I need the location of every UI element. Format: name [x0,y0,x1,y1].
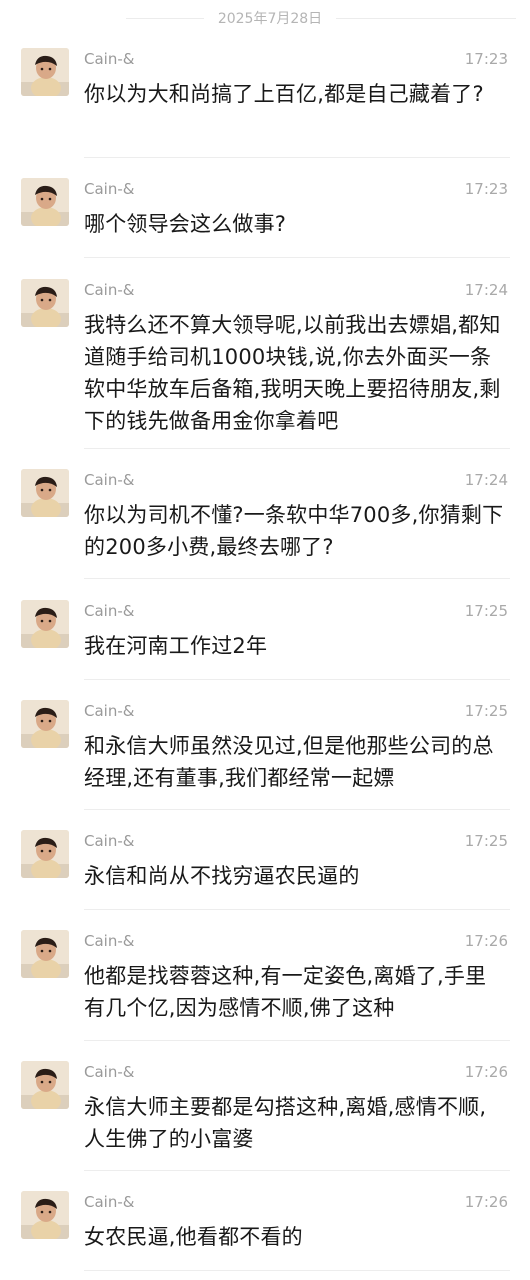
sender-name: Cain-& [84,1063,135,1081]
sender-name: Cain-& [84,702,135,720]
sender-name: Cain-& [84,180,135,198]
avatar-child-image [21,830,69,878]
sender-name: Cain-& [84,50,135,68]
avatar[interactable] [21,178,69,226]
message-divider [84,909,510,910]
message-time: 17:23 [464,50,508,68]
message-divider [84,448,510,449]
message-text: 哪个领导会这么做事? [84,212,287,236]
avatar-child-image [21,1191,69,1239]
date-separator: 2025年7月28日 [0,0,530,36]
avatar[interactable] [21,930,69,978]
message-divider [84,578,510,579]
message-time: 17:23 [464,180,508,198]
message-text: 永信大师主要都是勾搭这种,离婚,感情不顺,人生佛了的小富婆 [84,1095,487,1151]
avatar[interactable] [21,1191,69,1239]
message-time: 17:24 [464,471,508,489]
message-divider [84,1170,510,1171]
sender-name: Cain-& [84,1193,135,1211]
date-separator-line-right [336,17,517,19]
avatar-child-image [21,469,69,517]
message-time: 17:25 [464,602,508,620]
avatar[interactable] [21,700,69,748]
message-divider [84,809,510,810]
avatar-child-image [21,700,69,748]
message-text: 你以为大和尚搞了上百亿,都是自己藏着了? [84,82,484,106]
avatar[interactable] [21,830,69,878]
message-text: 女农民逼,他看都不看的 [84,1225,303,1249]
avatar-child-image [21,930,69,978]
message-text: 和永信大师虽然没见过,但是他那些公司的总经理,还有董事,我们都经常一起嫖 [84,734,494,790]
sender-name: Cain-& [84,932,135,950]
sender-name: Cain-& [84,602,135,620]
message-divider [84,679,510,680]
message-time: 17:26 [464,1063,508,1081]
avatar-child-image [21,279,69,327]
message-text: 我特么还不算大领导呢,以前我出去嫖娼,都知道随手给司机1000块钱,说,你去外面… [84,313,501,433]
message-text: 他都是找蓉蓉这种,有一定姿色,离婚了,手里有几个亿,因为感情不顺,佛了这种 [84,964,487,1020]
avatar[interactable] [21,1061,69,1109]
avatar[interactable] [21,469,69,517]
avatar-child-image [21,600,69,648]
sender-name: Cain-& [84,832,135,850]
message-time: 17:26 [464,932,508,950]
message-divider [84,257,510,258]
avatar[interactable] [21,48,69,96]
avatar[interactable] [21,279,69,327]
message-divider [84,1270,510,1271]
avatar-child-image [21,1061,69,1109]
sender-name: Cain-& [84,281,135,299]
avatar[interactable] [21,600,69,648]
message-divider [84,157,510,158]
avatar-child-image [21,48,69,96]
message-text: 我在河南工作过2年 [84,634,268,658]
message-divider [84,1040,510,1041]
message-time: 17:24 [464,281,508,299]
message-time: 17:25 [464,832,508,850]
date-label: 2025年7月28日 [217,11,323,27]
message-time: 17:26 [464,1193,508,1211]
avatar-child-image [21,178,69,226]
sender-name: Cain-& [84,471,135,489]
message-text: 你以为司机不懂?一条软中华700多,你猜剩下的200多小费,最终去哪了? [84,503,504,559]
message-text: 永信和尚从不找穷逼农民逼的 [84,864,360,888]
message-time: 17:25 [464,702,508,720]
date-separator-line-left [125,17,204,19]
